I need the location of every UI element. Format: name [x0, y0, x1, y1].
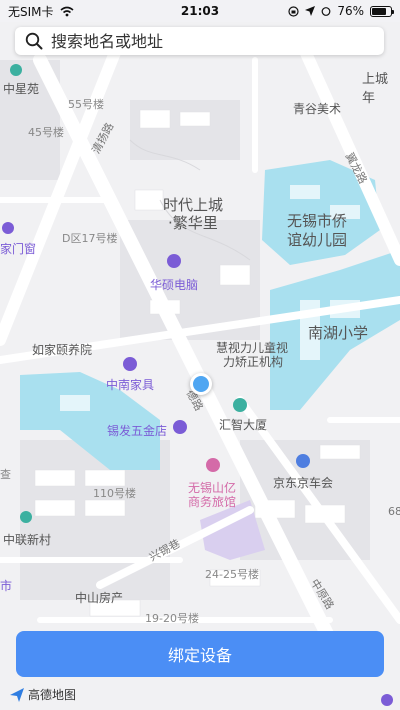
map-label: 55号楼	[68, 98, 104, 111]
map-label[interactable]: 力矫正机构	[223, 353, 283, 370]
map-label[interactable]: 如家颐养院	[32, 341, 92, 358]
map-label: 市	[0, 579, 13, 593]
battery-fill	[372, 7, 386, 15]
map-label: 110号楼	[93, 487, 136, 500]
map-view[interactable]: 中星苑 55号楼 45号楼 青谷美术 上城年 时代上城 ·繁华里 无锡市侨 谊幼…	[0, 0, 400, 710]
map-label: 19-20号楼	[145, 612, 199, 625]
map-label[interactable]: 无锡市侨	[287, 210, 347, 231]
bind-device-button[interactable]: 绑定设备	[16, 631, 384, 677]
battery-icon	[370, 5, 394, 17]
search-input[interactable]	[51, 31, 361, 51]
map-label[interactable]: 南湖小学	[308, 322, 368, 343]
status-bar: 无SIM卡 21:03 76%	[0, 0, 400, 22]
map-label[interactable]: 中联新村	[3, 531, 51, 548]
map-label[interactable]: 汇智大厦	[219, 416, 267, 433]
search-icon	[25, 32, 43, 50]
map-label[interactable]: 锡发五金店	[107, 422, 167, 439]
map-label: 清扬路	[89, 120, 117, 156]
map-label: 45号楼	[28, 126, 64, 139]
map-label[interactable]: 谊幼儿园	[287, 229, 347, 250]
search-bar[interactable]	[15, 27, 384, 55]
map-label: 兴锡巷	[147, 536, 183, 564]
alarm-icon	[321, 7, 331, 16]
amap-logo: 高德地图	[10, 686, 76, 703]
map-label: 查	[0, 468, 11, 481]
map-label: D区17号楼	[62, 232, 118, 245]
map-label[interactable]: ·繁华里	[168, 212, 218, 233]
map-label[interactable]: 青谷美术	[293, 100, 341, 117]
paper-plane-icon	[10, 687, 24, 702]
map-labels: 中星苑 55号楼 45号楼 青谷美术 上城年 时代上城 ·繁华里 无锡市侨 谊幼…	[0, 0, 400, 710]
map-label[interactable]: 华硕电脑	[150, 276, 198, 293]
map-label[interactable]: 中星苑	[3, 80, 39, 97]
map-label[interactable]: 中山房产	[75, 589, 123, 606]
logo-text: 高德地图	[28, 688, 77, 702]
battery-percent: 76%	[337, 4, 364, 18]
map-label: 翼龙路	[342, 150, 370, 186]
map-label[interactable]: 家门窗	[0, 240, 36, 257]
map-label[interactable]: 中南家具	[106, 376, 154, 393]
map-label: 24-25号楼	[205, 568, 259, 581]
map-label: 上城年	[362, 72, 389, 106]
orientation-lock-icon	[288, 5, 299, 17]
map-label: 中原路	[307, 576, 337, 612]
map-label[interactable]: 京东京车会	[273, 474, 333, 491]
wifi-icon	[60, 6, 74, 16]
map-label: 68	[388, 505, 400, 518]
location-arrow-icon	[305, 6, 316, 16]
carrier-label: 无SIM卡	[8, 4, 54, 19]
map-label[interactable]: 商务旅馆	[188, 493, 236, 510]
current-location-marker[interactable]	[190, 373, 212, 395]
